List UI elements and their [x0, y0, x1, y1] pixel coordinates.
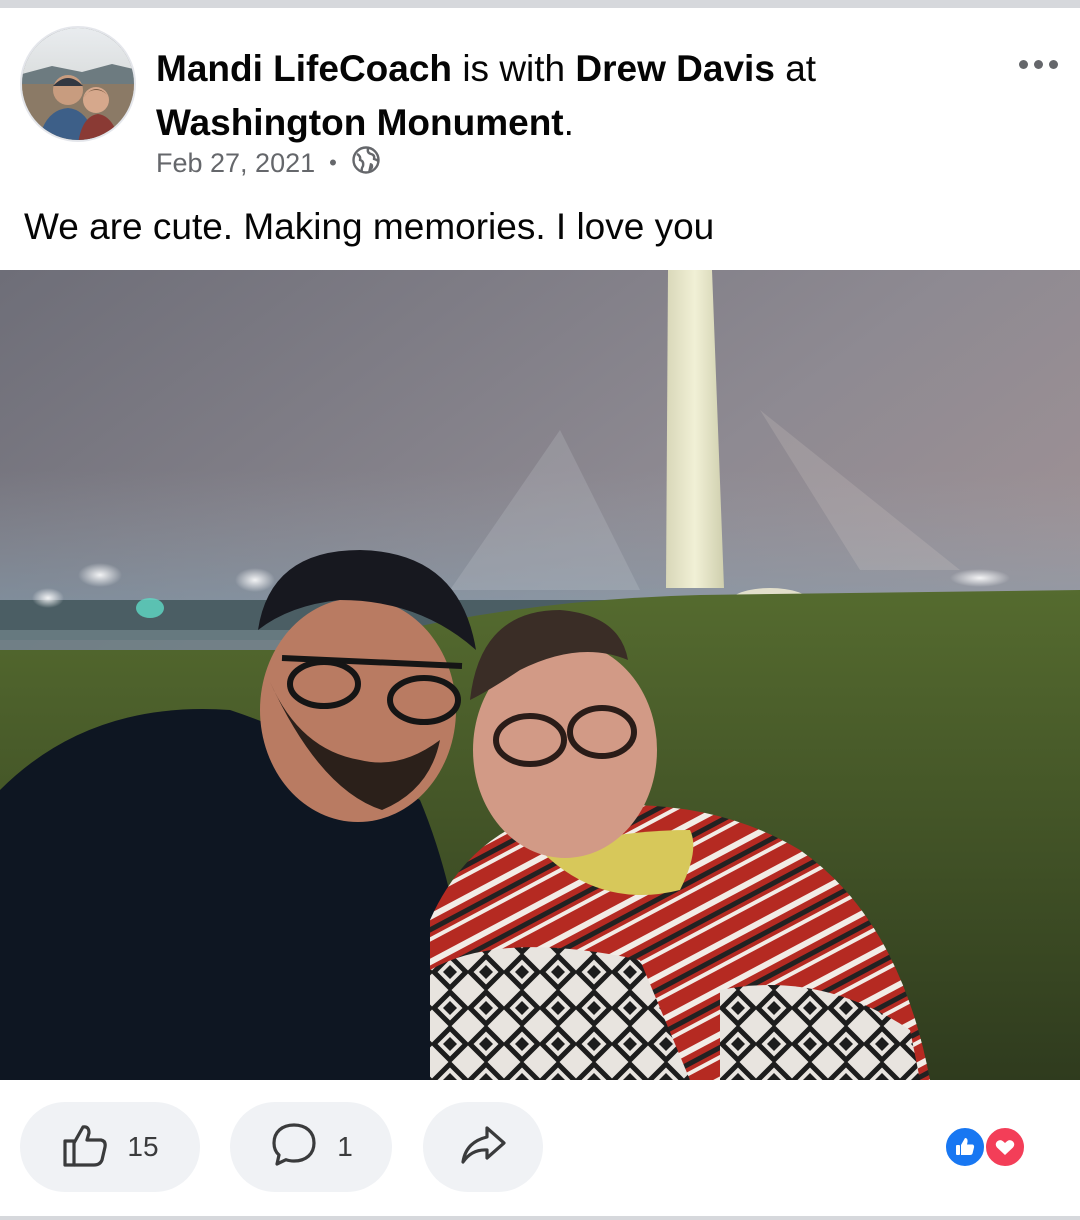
post-header: Mandi LifeCoach is with Drew Davis at Wa…	[0, 8, 1080, 188]
at-text: at	[785, 48, 817, 89]
like-count: 15	[127, 1131, 159, 1162]
reactions-summary[interactable]	[944, 1126, 1028, 1170]
post-caption: We are cute. Making memories. I love you	[24, 206, 715, 247]
post-actions: 15 1	[0, 1102, 1080, 1194]
author-name[interactable]: Mandi LifeCoach	[156, 48, 452, 89]
author-avatar[interactable]	[20, 26, 136, 142]
globe-icon[interactable]	[351, 145, 381, 182]
more-dot	[1033, 59, 1043, 69]
more-dot	[1048, 59, 1058, 69]
tagged-person[interactable]: Drew Davis	[575, 48, 775, 89]
share-button[interactable]	[423, 1102, 543, 1192]
meta-separator: •	[329, 150, 337, 175]
love-reaction-icon	[984, 1126, 1026, 1168]
location-period: .	[563, 102, 574, 143]
post-author-line: Mandi LifeCoach is with Drew Davis at Wa…	[156, 42, 976, 150]
thumbs-up-icon	[61, 1121, 109, 1174]
share-icon	[458, 1120, 508, 1175]
bottom-border	[0, 1216, 1080, 1220]
post-date[interactable]: Feb 27, 2021	[156, 148, 315, 179]
post-photo[interactable]	[0, 270, 1080, 1080]
with-text: is with	[462, 48, 566, 89]
comment-count: 1	[337, 1131, 353, 1162]
top-border	[0, 0, 1080, 8]
more-dot	[1018, 59, 1028, 69]
like-reaction-icon	[944, 1126, 986, 1168]
like-button[interactable]: 15	[20, 1102, 200, 1192]
more-options-icon[interactable]	[1010, 48, 1066, 80]
post-meta: Feb 27, 2021 •	[156, 145, 381, 182]
comment-icon	[269, 1120, 319, 1175]
location-link[interactable]: Washington Monument	[156, 102, 564, 143]
comment-button[interactable]: 1	[230, 1102, 392, 1192]
